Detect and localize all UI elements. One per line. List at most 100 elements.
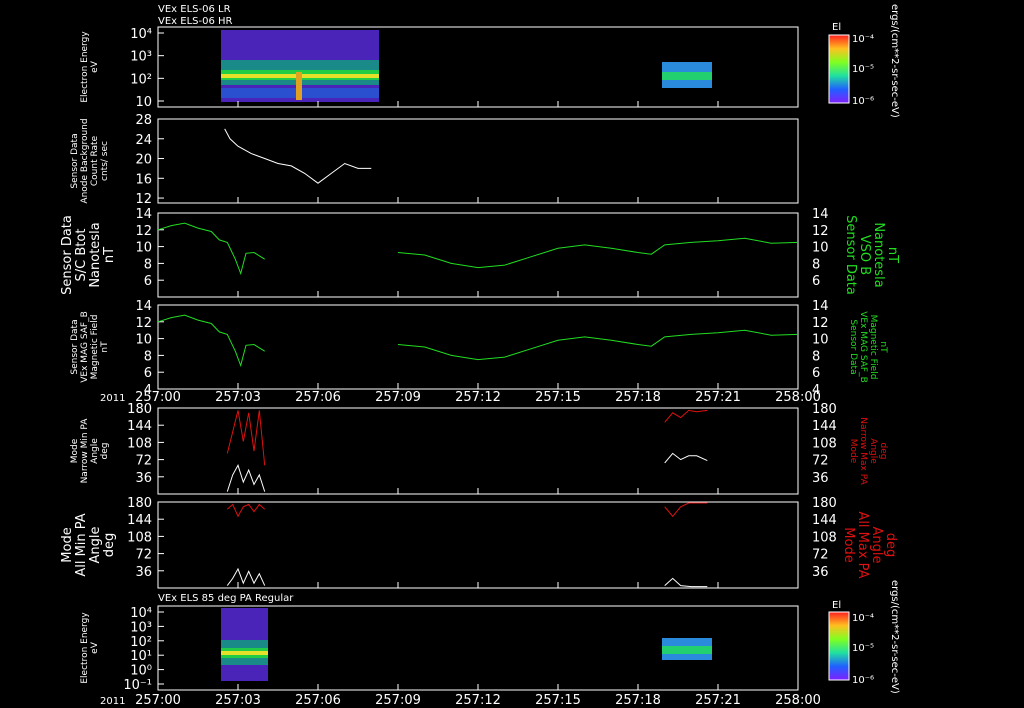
spec1-ytick-3: 10 [135,95,152,110]
allpa-ylabel-right-line-0: Mode [841,527,856,562]
counts-ytick-3: 16 [135,172,152,187]
colorbar-top: El 10⁻⁴ 10⁻⁵ 10⁻⁶ [828,22,874,107]
narrowpa-ylabel-line-1: Narrow Min PA [80,418,90,484]
counts-ytick-4: 12 [135,192,152,207]
allpa-ylabel-line-3: deg [102,533,117,558]
bmag2-ytick-4: 6 [144,366,152,381]
colorbar-top-label-2: 10⁻⁶ [852,96,874,107]
spec2-ylabel-line-1: eV [90,641,100,654]
colorbar-units-top: ergs/(cm**2-sr-sec-eV) [889,4,900,118]
bmag1-ytick-3: 8 [144,257,152,272]
figure: VEx ELS-06 LR VEx ELS-06 HR VEx ELS 85 d… [60,4,900,708]
x-tick-label-bottom-0: 257:00 [135,693,181,708]
bmag2-ytick-right-3: 8 [812,349,820,364]
narrowpa-ylabel-right-line-1: Narrow Max PA [858,417,868,485]
bmag1-ytick-0: 14 [135,207,152,222]
bmag2-ytick-right-2: 10 [812,333,829,348]
x-tick-label-mid-1: 257:03 [215,390,261,405]
spec2-heatmap [221,608,712,681]
allpa-ytick-right-2: 108 [812,530,837,545]
bmag1-ylabel-line-3: nT [102,247,117,263]
allpa-ylabel-line-2: Angle [88,527,103,564]
header-line2: VEx ELS-06 HR [158,16,233,27]
spec1-heatmap [221,30,712,102]
bmag2-ylabel-right-line-2: Magnetic Field [868,315,878,380]
bmag2-ytick-1: 12 [135,316,152,331]
colorbar-bottom-label-0: 10⁻⁴ [852,613,874,624]
narrowpa-series-0 [226,410,266,466]
x-tick-label-mid-5: 257:15 [535,390,581,405]
x-tick-label-bottom-3: 257:09 [375,693,421,708]
x-tick-label-bottom-8: 258:00 [775,693,821,708]
narrowpa-ytick-right-3: 72 [812,454,829,469]
allpa-ytick-3: 72 [135,548,152,563]
bmag2-ytick-right-0: 14 [812,299,829,314]
bmag2-ylabel-line-1: VEx MAG SAF_B [80,311,90,383]
bmag1-ylabel-line-1: S/C Btot [74,229,89,282]
x-tick-label-bottom-4: 257:12 [455,693,501,708]
allpa-ytick-right-3: 72 [812,548,829,563]
bmag2-ytick-right-5: 4 [812,383,820,398]
bmag1-ytick-right-1: 12 [812,224,829,239]
narrowpa-ylabel-right-line-0: Mode [848,439,858,464]
counts-ytick-2: 20 [135,153,152,168]
spec2-ytick-1: 10³ [130,620,152,635]
bmag1-ytick-right-4: 6 [812,274,820,289]
bmag2-ytick-right-1: 12 [812,316,829,331]
x-tick-label-mid-2: 257:06 [295,390,341,405]
x-tick-label-bottom-6: 257:18 [615,693,661,708]
counts-ylabel-line-0: Sensor Data [70,133,80,188]
x-tick-label-mid-7: 257:21 [695,390,741,405]
bmag1-ylabel-right-line-3: nT [885,247,900,263]
bmag1-series-1 [397,237,799,269]
allpa-ytick-0: 180 [127,496,152,511]
bmag2-ylabel-right-line-3: nT [878,341,888,353]
narrowpa-ytick-4: 36 [135,471,152,486]
x-tick-label-mid-6: 257:18 [615,390,661,405]
year-label-bottom: 2011 [100,696,125,707]
spec2-ytick-2: 10² [130,635,152,650]
narrowpa-ytick-2: 108 [127,436,152,451]
allpa-ylabel-right-line-1: All Max PA [855,511,870,578]
counts-ylabel-line-1: Anode Background [80,118,90,203]
colorbar-bottom-label-1: 10⁻⁵ [852,643,874,654]
bmag1-ytick-right-3: 8 [812,257,820,272]
bmag2-ylabel-line-2: Magnetic Field [90,315,100,380]
bmag1-ytick-4: 6 [144,274,152,289]
counts-ylabel-line-2: Count Rate [90,135,100,186]
allpa-series-1 [226,567,266,586]
allpa-ylabel-right-line-2: Angle [869,527,884,564]
narrowpa-ylabel-right-line-3: deg [878,443,888,460]
narrowpa-ytick-right-4: 36 [812,471,829,486]
bmag2-ytick-0: 14 [135,299,152,314]
allpa-ylabel-line-1: All Min PA [74,513,89,576]
spec2-ytick-5: 10⁻¹ [123,678,152,693]
bmag1-ytick-right-0: 14 [812,207,829,222]
panel-allpa-frame [157,501,799,589]
allpa-ytick-2: 108 [127,530,152,545]
bmag2-ylabel-line-0: Sensor Data [70,319,80,374]
year-label-mid: 2011 [100,393,125,404]
spec2-ytick-0: 10⁴ [130,606,152,621]
bmag1-ytick-1: 12 [135,224,152,239]
narrowpa-series-3 [664,452,708,464]
colorbar-top-title: El [832,22,841,33]
x-tick-label-mid-3: 257:09 [375,390,421,405]
narrowpa-series-1 [226,464,266,492]
colorbar-bottom-label-2: 10⁻⁶ [852,675,874,686]
bmag1-ylabel-right-line-2: Nanotesla [871,222,886,287]
counts-ylabel-line-3: cnts/ sec [100,141,110,181]
bmag2-ytick-5: 4 [144,383,152,398]
allpa-ytick-right-4: 36 [812,565,829,580]
narrowpa-ylabel-line-0: Mode [70,438,80,463]
spec2-ylabel-line-0: Electron Energy [80,612,90,684]
colorbar-units-bottom: ergs/(cm**2-sr-sec-eV) [889,580,900,694]
bmag2-ylabel-right-line-0: Sensor Data [848,319,858,374]
narrowpa-ytick-1: 144 [127,419,152,434]
bmag1-ytick-right-2: 10 [812,241,829,256]
x-tick-label-bottom-2: 257:06 [295,693,341,708]
bmag1-ylabel-right-line-0: Sensor Data [843,215,858,295]
spec1-ytick-0: 10⁴ [130,27,152,42]
bmag2-series-0 [157,314,265,368]
bmag2-ytick-right-4: 6 [812,366,820,381]
